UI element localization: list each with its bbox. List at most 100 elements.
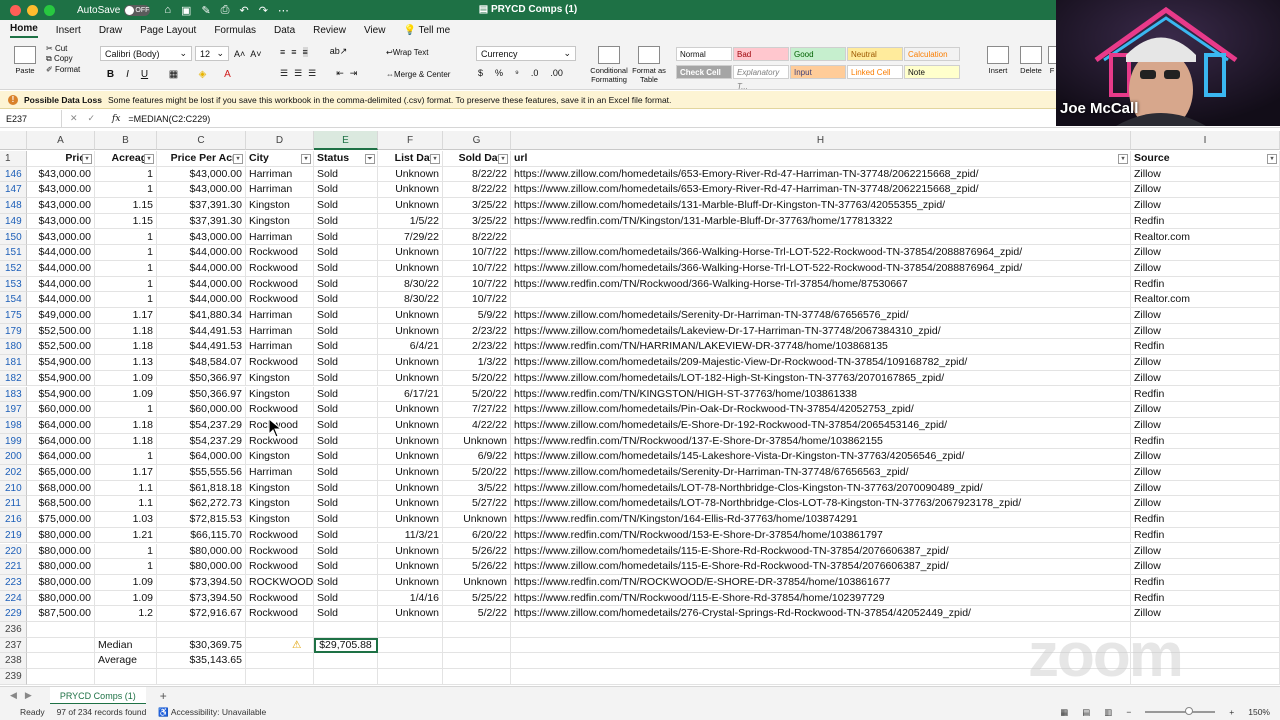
cell-url[interactable]: https://www.redfin.com/TN/Rockwood/366-W… [511, 276, 1131, 293]
cell-city[interactable]: Rockwood [246, 527, 314, 544]
row-number[interactable]: 219 [0, 527, 27, 544]
decrease-indent-icon[interactable]: ⇤ [336, 68, 344, 79]
prev-sheet-icon[interactable]: ◀ [10, 690, 17, 701]
cell-url[interactable] [511, 229, 1131, 246]
cell-price[interactable]: $43,000.00 [27, 182, 95, 199]
row-number[interactable]: 237 [0, 637, 27, 654]
cell-list[interactable] [378, 669, 443, 685]
column-header-c[interactable]: C [157, 131, 246, 150]
cell-status[interactable]: Status ⏷ [314, 151, 378, 167]
normal-view-icon[interactable]: ▦ [1060, 707, 1068, 718]
cell-acreage[interactable]: 1 [95, 543, 157, 560]
cell-sold[interactable]: 8/22/22 [443, 229, 511, 246]
tell-me[interactable]: 💡 Tell me [403, 25, 450, 36]
cell-city[interactable]: Rockwood [246, 355, 314, 371]
cell-sold[interactable]: 5/25/22 [443, 590, 511, 607]
font-color-icon[interactable]: A [221, 68, 234, 81]
cell-source[interactable]: Zillow [1131, 543, 1280, 560]
cell-price[interactable]: $49,000.00 [27, 308, 95, 324]
cell-list[interactable]: Unknown [378, 574, 443, 591]
status-accessibility[interactable]: ♿ Accessibility: Unavailable [158, 707, 266, 718]
row-number[interactable]: 180 [0, 339, 27, 356]
cell-city[interactable]: Kingston [246, 198, 314, 214]
cell-acreage[interactable]: 1 [95, 402, 157, 418]
cell-price[interactable]: $44,000.00 [27, 245, 95, 261]
cell-sold[interactable]: 3/25/22 [443, 198, 511, 214]
column-header-b[interactable]: B [95, 131, 157, 150]
cell-ppa[interactable]: $43,000.00 [157, 182, 246, 199]
cell-acreage[interactable] [95, 622, 157, 638]
tab-draw[interactable]: Draw [99, 25, 122, 36]
cell-list[interactable]: Unknown [378, 355, 443, 371]
cell-status[interactable]: Sold [314, 229, 378, 246]
cell-sold[interactable]: 10/7/22 [443, 245, 511, 261]
row-number[interactable]: 238 [0, 653, 27, 670]
cell-source[interactable]: Zillow [1131, 355, 1280, 371]
sheet-tab[interactable]: PRYCD Comps (1) [49, 686, 146, 705]
style-explanatory[interactable]: Explanatory T... [733, 65, 789, 91]
cell-status[interactable]: $29,705.88 [314, 637, 378, 654]
cell-price[interactable]: $43,000.00 [27, 166, 95, 183]
cell-price[interactable]: $80,000.00 [27, 590, 95, 607]
cell-ppa[interactable]: $30,369.75 [157, 637, 246, 654]
cell-acreage[interactable]: 1.18 [95, 433, 157, 450]
align-right-icon[interactable]: ☰ [308, 68, 316, 79]
cell-url[interactable]: https://www.redfin.com/TN/ROCKWOOD/E-SHO… [511, 574, 1131, 591]
row-number[interactable]: 154 [0, 292, 27, 308]
column-header-h[interactable]: H [511, 131, 1131, 150]
cell-status[interactable]: Sold [314, 512, 378, 528]
cell-sold[interactable] [443, 622, 511, 638]
cell-list[interactable]: 1/5/22 [378, 213, 443, 230]
cell-list[interactable]: Unknown [378, 402, 443, 418]
cell-price[interactable] [27, 622, 95, 638]
copy-button[interactable]: ⧉ Copy [46, 54, 73, 64]
cell-sold[interactable]: 10/7/22 [443, 276, 511, 293]
style-normal[interactable]: Normal [676, 47, 732, 61]
cell-acreage[interactable]: 1.17 [95, 465, 157, 481]
cell-ppa[interactable] [157, 669, 246, 685]
cell-source[interactable]: Zillow [1131, 417, 1280, 434]
row-number[interactable]: 236 [0, 622, 27, 638]
delete-cells-button[interactable]: Delete [1016, 46, 1046, 75]
cancel-icon[interactable]: ✕ [70, 113, 78, 124]
cell-city[interactable]: Rockwood [246, 543, 314, 560]
cell-url[interactable]: https://www.zillow.com/homedetails/145-L… [511, 449, 1131, 465]
cell-acreage[interactable]: Median [95, 637, 157, 654]
cell-url[interactable]: https://www.zillow.com/homedetails/115-E… [511, 559, 1131, 575]
row-number[interactable]: 224 [0, 590, 27, 607]
row-number[interactable]: 197 [0, 402, 27, 418]
cell-url[interactable]: https://www.zillow.com/homedetails/653-E… [511, 166, 1131, 183]
cell-source[interactable]: Redfin [1131, 276, 1280, 293]
tab-formulas[interactable]: Formulas [214, 25, 256, 36]
row-number[interactable]: 202 [0, 465, 27, 481]
cell-status[interactable]: Sold [314, 449, 378, 465]
cell-ppa[interactable]: $50,366.97 [157, 386, 246, 403]
row-number[interactable]: 199 [0, 433, 27, 450]
cell-city[interactable]: Rockwood [246, 245, 314, 261]
cell-list[interactable]: Unknown [378, 166, 443, 183]
cell-sold[interactable]: 3/25/22 [443, 213, 511, 230]
increase-decimal-icon[interactable]: .0 [531, 68, 539, 78]
cell-list[interactable]: 1/4/16 [378, 590, 443, 607]
cell-ppa[interactable]: $37,391.30 [157, 213, 246, 230]
cell-city[interactable]: Harriman [246, 166, 314, 183]
comma-icon[interactable]: ⁹ [515, 68, 519, 78]
cell-list[interactable]: Unknown [378, 543, 443, 560]
row-number[interactable]: 148 [0, 198, 27, 214]
cell-source[interactable]: Redfin [1131, 574, 1280, 591]
cell-url[interactable]: https://www.redfin.com/TN/Kingston/164-E… [511, 512, 1131, 528]
cell-status[interactable]: Sold [314, 590, 378, 607]
cell-url[interactable]: https://www.zillow.com/homedetails/366-W… [511, 260, 1131, 277]
row-number[interactable]: 153 [0, 276, 27, 293]
cell-ppa[interactable]: $43,000.00 [157, 166, 246, 183]
cell-ppa[interactable]: $72,916.67 [157, 606, 246, 622]
cell-status[interactable] [314, 669, 378, 685]
cell-city[interactable]: Rockwood [246, 590, 314, 607]
cell-acreage[interactable]: 1.17 [95, 308, 157, 324]
cell-source[interactable]: Zillow [1131, 260, 1280, 277]
cell-sold[interactable]: 3/5/22 [443, 480, 511, 497]
cell-price[interactable]: $65,000.00 [27, 465, 95, 481]
cell-list[interactable]: Unknown [378, 417, 443, 434]
cell-sold[interactable]: 5/26/22 [443, 543, 511, 560]
filter-dropdown-icon[interactable]: ▾ [1267, 154, 1277, 164]
